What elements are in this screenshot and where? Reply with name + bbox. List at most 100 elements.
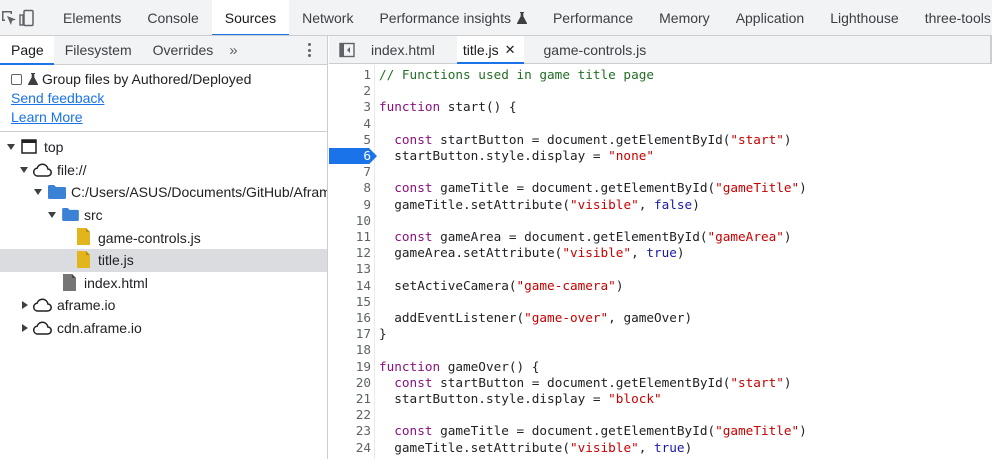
code-line[interactable]: 24 gameTitle.setAttribute("visible", tru… — [329, 440, 992, 456]
code-line[interactable]: 23 const gameTitle = document.getElement… — [329, 423, 992, 439]
code-line[interactable]: 17} — [329, 326, 992, 342]
editor-tab-index-html[interactable]: index.html — [365, 36, 443, 63]
code-editor[interactable]: 1// Functions used in game title page 2 3 f… — [329, 65, 992, 459]
line-number[interactable]: 19 — [329, 359, 371, 375]
chevron-down-icon[interactable] — [20, 166, 28, 173]
tree-item-top[interactable]: top — [0, 136, 327, 159]
chevron-down-icon[interactable] — [34, 189, 42, 196]
device-toolbar-icon[interactable] — [18, 0, 36, 35]
line-number[interactable]: 14 — [329, 278, 371, 294]
line-number[interactable]: 13 — [329, 261, 371, 277]
tab-console[interactable]: Console — [134, 0, 211, 35]
tab-label: Elements — [63, 9, 122, 26]
tree-item-index-html[interactable]: index.html — [0, 272, 327, 295]
line-number[interactable]: 4 — [329, 116, 371, 132]
tab-filesystem[interactable]: Filesystem — [54, 36, 142, 64]
tree-item-game-controls[interactable]: game-controls.js — [0, 226, 327, 249]
tree-label: index.html — [84, 274, 148, 291]
code-line[interactable]: 15 — [329, 294, 992, 310]
code-line[interactable]: 2 — [329, 83, 992, 99]
chevron-right-icon[interactable] — [22, 323, 28, 332]
tree-item-title-js[interactable]: title.js — [0, 248, 327, 272]
tree-item-aframe-io[interactable]: aframe.io — [0, 294, 327, 317]
line-number[interactable]: 10 — [329, 213, 371, 229]
code-line[interactable]: 18 — [329, 342, 992, 358]
code-line[interactable]: 3 function start() { — [329, 99, 992, 115]
tab-performance[interactable]: Performance — [540, 0, 646, 35]
code-line[interactable]: 1 // Functions used in game title page — [329, 67, 992, 83]
learn-more-link[interactable]: Learn More — [11, 108, 327, 126]
line-number[interactable]: 16 — [329, 310, 371, 326]
line-number[interactable]: 12 — [329, 245, 371, 261]
line-number[interactable]: 17 — [329, 326, 371, 342]
toggle-navigator-icon[interactable] — [329, 36, 365, 63]
chevron-right-icon[interactable] — [22, 301, 28, 310]
line-number[interactable]: 11 — [329, 229, 371, 245]
tree-label: title.js — [98, 252, 134, 269]
line-number[interactable]: 23 — [329, 423, 371, 439]
chevron-down-icon[interactable] — [7, 144, 15, 150]
inspect-element-icon[interactable] — [0, 0, 18, 35]
line-number[interactable]: 8 — [329, 180, 371, 196]
tree-item-src[interactable]: src — [0, 204, 327, 227]
code-line[interactable]: 5 const startButton = document.getElemen… — [329, 132, 992, 148]
line-number[interactable]: 22 — [329, 407, 371, 423]
more-tabs-button[interactable]: » — [223, 36, 243, 64]
line-number[interactable]: 3 — [329, 99, 371, 115]
folder-icon — [62, 207, 79, 221]
code-line[interactable]: 16 addEventListener("game-over", gameOve… — [329, 310, 992, 326]
line-number[interactable]: 2 — [329, 83, 371, 99]
code-line[interactable]: 22 — [329, 407, 992, 423]
code-line[interactable]: 11 const gameArea = document.getElementB… — [329, 229, 992, 245]
line-number[interactable]: 5 — [329, 132, 371, 148]
send-feedback-link[interactable]: Send feedback — [11, 89, 327, 107]
tab-elements[interactable]: Elements — [50, 0, 134, 35]
tree-item-cdn-aframe-io[interactable]: cdn.aframe.io — [0, 317, 327, 340]
code-line[interactable]: 7 — [329, 164, 992, 180]
code-line[interactable]: 9 gameTitle.setAttribute("visible", fals… — [329, 197, 992, 213]
tab-overrides[interactable]: Overrides — [142, 36, 224, 64]
line-number[interactable]: 24 — [329, 440, 371, 456]
group-files-option[interactable]: Group files by Authored/Deployed — [11, 70, 327, 88]
tree-label: aframe.io — [57, 297, 116, 314]
tab-page[interactable]: Page — [0, 36, 54, 65]
close-icon[interactable]: ✕ — [505, 42, 516, 58]
line-number[interactable]: 6 — [329, 148, 371, 164]
line-number[interactable]: 1 — [329, 67, 371, 83]
tree-item-file-origin[interactable]: file:// — [0, 159, 327, 182]
code-line[interactable]: 6 startButton.style.display = "none" — [329, 148, 992, 165]
code-line[interactable]: 10 — [329, 213, 992, 229]
tab-memory[interactable]: Memory — [646, 0, 723, 35]
more-vert-icon[interactable] — [301, 42, 317, 58]
code-line[interactable]: 20 const startButton = document.getEleme… — [329, 375, 992, 391]
chevron-down-icon[interactable] — [48, 211, 56, 218]
tab-network[interactable]: Network — [289, 0, 366, 35]
code-line[interactable]: 4 — [329, 116, 992, 132]
tab-label: Console — [147, 9, 199, 26]
line-number[interactable]: 9 — [329, 197, 371, 213]
navigator-panel: Page Filesystem Overrides » Group files … — [0, 36, 328, 459]
tree-item-project-folder[interactable]: C:/Users/ASUS/Documents/GitHub/Aframe — [0, 181, 327, 204]
editor-tab-title-js[interactable]: title.js ✕ — [456, 36, 524, 64]
group-files-checkbox[interactable] — [11, 73, 22, 85]
code-line[interactable]: 8 const gameTitle = document.getElementB… — [329, 180, 992, 196]
file-tree: top file:// C:/Users/ASUS/Documents/GitH… — [0, 132, 327, 339]
tab-lighthouse[interactable]: Lighthouse — [817, 0, 912, 35]
code-line[interactable]: 13 — [329, 261, 992, 277]
code-line[interactable]: 21 startButton.style.display = "block" — [329, 391, 992, 407]
code-line[interactable]: 19 function gameOver() { — [329, 359, 992, 375]
code-line[interactable]: 14 setActiveCamera("game-camera") — [329, 278, 992, 294]
code-line[interactable]: 12 gameArea.setAttribute("visible", true… — [329, 245, 992, 261]
line-number[interactable]: 7 — [329, 164, 371, 180]
tab-sources[interactable]: Sources — [211, 0, 290, 35]
line-number[interactable]: 20 — [329, 375, 371, 391]
editor-tab-game-controls[interactable]: game-controls.js — [538, 36, 655, 63]
line-number[interactable]: 21 — [329, 391, 371, 407]
tab-performance-insights[interactable]: Performance insights — [366, 0, 540, 35]
tree-label: game-controls.js — [98, 229, 201, 246]
line-code: const startButton = document.getElementB… — [394, 131, 792, 147]
tab-three-tools[interactable]: three-tools — [912, 0, 992, 35]
tab-application[interactable]: Application — [723, 0, 818, 35]
line-number[interactable]: 15 — [329, 294, 371, 310]
line-number[interactable]: 18 — [329, 342, 371, 358]
